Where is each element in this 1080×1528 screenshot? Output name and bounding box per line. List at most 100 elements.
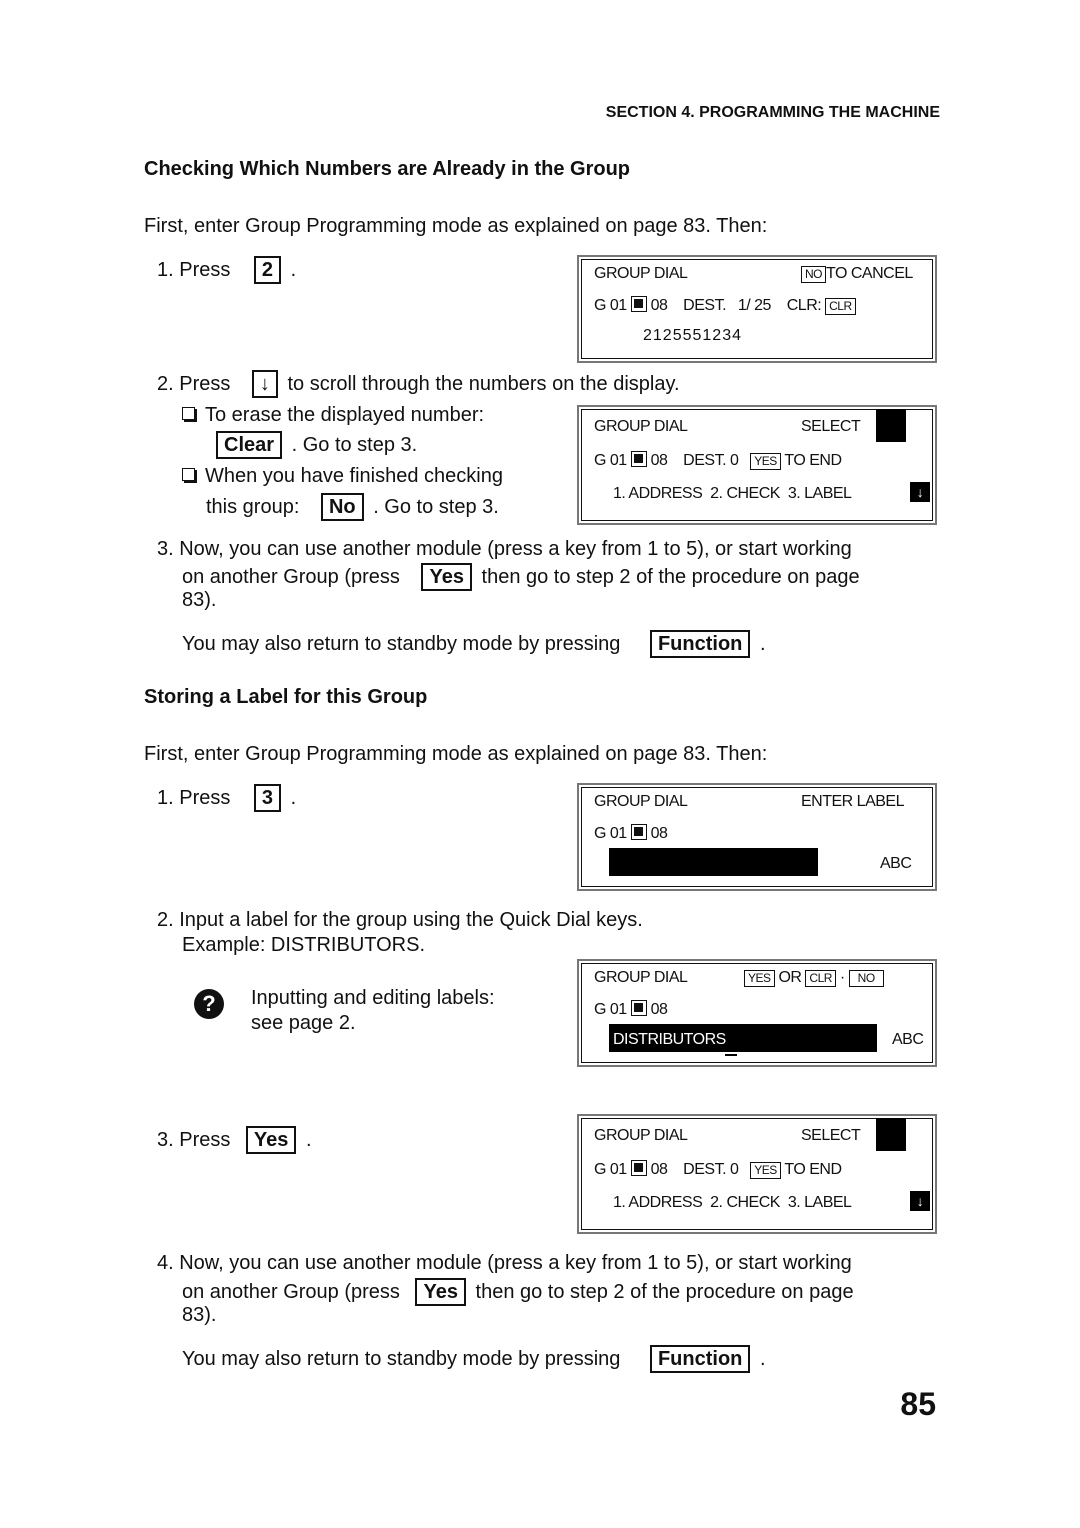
checkbox-bullet-icon [182, 468, 195, 481]
key-3-button[interactable]: 3 [253, 784, 282, 812]
lcd-dot: · [839, 969, 845, 986]
step-3-line3: 83). [182, 589, 217, 611]
clear-key-button[interactable]: Clear [216, 431, 283, 459]
group-square-icon [630, 451, 647, 467]
lcd-count: 1/ 25 [737, 297, 772, 314]
lcd-num: 08 [650, 825, 668, 842]
intro-text: First, enter Group Programming mode as e… [144, 215, 768, 237]
down-arrow-icon: ↓ [910, 1191, 930, 1211]
function-key-button[interactable]: Function [649, 630, 751, 658]
checkbox-bullet-icon [182, 407, 195, 420]
lcd-group: G 01 [594, 452, 627, 469]
lcd-display-3: GROUP DIAL ENTER LABEL G 01 08 ABC [577, 783, 937, 891]
lcd-num: 08 [650, 297, 668, 314]
standby-note: You may also return to standby mode by p… [182, 630, 766, 658]
lcd-or: OR [778, 969, 802, 986]
tip-link[interactable]: see page 2. [251, 1012, 356, 1035]
step-2-line2: Example: DISTRIBUTORS. [182, 934, 426, 956]
bullet-erase: To erase the displayed number: [182, 404, 484, 427]
lcd-title: GROUP DIAL [594, 418, 688, 435]
section-title-label: Storing a Label for this Group [144, 686, 428, 708]
lcd-label-field [609, 848, 818, 876]
step-text: . [305, 1129, 312, 1151]
lcd-menu: 1. ADDRESS 2. CHECK 3. LABEL [613, 1194, 852, 1211]
lcd-no-key: NO [801, 266, 826, 283]
step-text: 1. Press [157, 259, 231, 281]
yes-key-button[interactable]: Yes [421, 563, 472, 591]
step-1: 1. Press 2 . [157, 256, 296, 284]
key-2-button[interactable]: 2 [253, 256, 282, 284]
function-key-button[interactable]: Function [649, 1345, 751, 1373]
step-text: . [290, 787, 297, 809]
lcd-enter-label: ENTER LABEL [801, 793, 904, 810]
lcd-number: 2125551234 [643, 327, 742, 344]
step-text: then go to step 2 of the procedure on pa… [475, 1281, 854, 1303]
step-text: 3. Press [157, 1129, 231, 1151]
lcd-num: 08 [650, 1161, 668, 1178]
lcd-yes-key: YES [750, 453, 781, 470]
lcd-title: GROUP DIAL [594, 793, 688, 810]
step-text: You may also return to standby mode by p… [182, 1348, 621, 1370]
step-4-line3: 83). [182, 1304, 217, 1326]
lcd-display-5: GROUP DIAL SELECT G 01 08 DEST. 0 YES TO… [577, 1114, 937, 1234]
bullet-text: . Go to step 3. [373, 496, 499, 518]
section-header: SECTION 4. PROGRAMMING THE MACHINE [605, 104, 940, 121]
step-4-line2: on another Group (press Yes then go to s… [182, 1278, 854, 1306]
step-2: 2. Press ↓ to scroll through the numbers… [157, 370, 680, 398]
group-square-icon [630, 824, 647, 840]
section-title-checking: Checking Which Numbers are Already in th… [144, 158, 631, 180]
lcd-dest: DEST. [683, 297, 727, 314]
lcd-select: SELECT [801, 418, 861, 435]
lcd-cursor-block [876, 1118, 906, 1151]
tip-line1: Inputting and editing labels: [251, 987, 495, 1009]
yes-key-button[interactable]: Yes [415, 1278, 466, 1306]
step-3-line2: on another Group (press Yes then go to s… [182, 563, 860, 591]
lcd-dest: DEST. 0 [683, 452, 739, 469]
bullet-erase-action: Clear . Go to step 3. [212, 431, 417, 459]
group-square-icon [630, 1160, 647, 1176]
group-square-icon [630, 1000, 647, 1016]
group-square-icon [630, 296, 647, 312]
step-3-line1: 3. Now, you can use another module (pres… [157, 538, 852, 560]
lcd-yes-key: YES [744, 970, 775, 987]
step-text: 1. Press [157, 787, 231, 809]
bullet-finished-action: this group: No . Go to step 3. [206, 493, 499, 521]
lcd-clr-key: CLR [805, 970, 836, 987]
step-text: 2. Press [157, 373, 231, 395]
lcd-cursor-block [876, 409, 906, 442]
lcd-dest: DEST. 0 [683, 1161, 739, 1178]
step-4-line1: 4. Now, you can use another module (pres… [157, 1252, 852, 1274]
bullet-text: When you have finished checking [205, 465, 503, 487]
step-text: on another Group (press [182, 1281, 400, 1303]
lcd-yes-key: YES [750, 1162, 781, 1179]
down-arrow-icon: ↓ [910, 482, 930, 502]
lcd-to-end: TO END [784, 452, 842, 469]
question-icon: ? [194, 989, 224, 1019]
yes-key-button[interactable]: Yes [245, 1126, 297, 1154]
lcd-clr-label: CLR: [786, 297, 822, 314]
lcd-display-1: GROUP DIAL NO TO CANCEL G 01 08 DEST. 1/ … [577, 255, 937, 363]
lcd-clr-key: CLR [825, 298, 856, 315]
lcd-group: G 01 [594, 297, 627, 314]
lcd-title: GROUP DIAL [594, 265, 688, 282]
lcd-input-mode: ABC [880, 855, 912, 872]
step-3: 3. Press Yes . [157, 1126, 312, 1154]
lcd-no-key: NO [848, 970, 884, 987]
bullet-text: . Go to step 3. [291, 434, 418, 456]
lcd-group: G 01 [594, 825, 627, 842]
down-arrow-key-button[interactable]: ↓ [251, 370, 278, 398]
step-1: 1. Press 3 . [157, 784, 296, 812]
step-text: . [290, 259, 297, 281]
no-key-button[interactable]: No [320, 493, 364, 521]
lcd-num: 08 [650, 452, 668, 469]
bullet-text: To erase the displayed number: [205, 404, 485, 426]
step-text: on another Group (press [182, 566, 400, 588]
lcd-hint: TO CANCEL [826, 265, 913, 282]
lcd-cursor [725, 1054, 737, 1056]
bullet-finished: When you have finished checking [182, 465, 503, 488]
step-text: . [759, 633, 766, 655]
lcd-menu: 1. ADDRESS 2. CHECK 3. LABEL [613, 485, 852, 502]
lcd-display-4: GROUP DIAL YES OR CLR · NO G 01 08 DISTR… [577, 959, 937, 1067]
step-text: then go to step 2 of the procedure on pa… [481, 566, 860, 588]
lcd-title: GROUP DIAL [594, 1127, 688, 1144]
